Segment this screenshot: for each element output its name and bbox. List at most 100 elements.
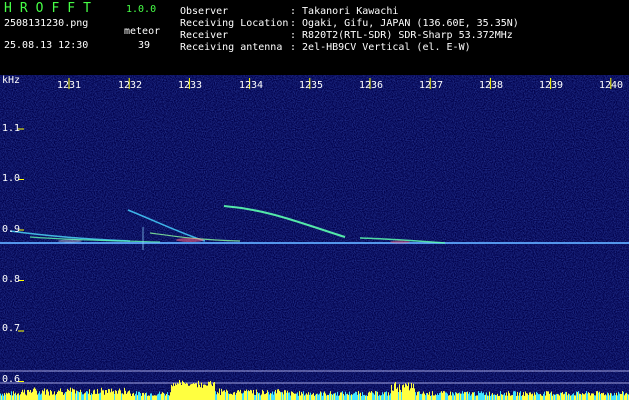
level-bar	[600, 394, 601, 400]
level-bar	[353, 393, 354, 400]
level-bar	[174, 385, 175, 400]
level-bar	[79, 392, 80, 400]
level-bar	[23, 392, 24, 400]
level-bar	[33, 388, 34, 400]
level-bar	[397, 387, 398, 400]
level-bar	[151, 393, 152, 400]
level-bar	[469, 392, 470, 400]
level-bar	[284, 390, 285, 400]
level-bar	[487, 395, 488, 400]
level-bar	[71, 391, 72, 400]
meteor-label: meteor	[124, 26, 161, 37]
level-bar	[211, 384, 212, 400]
level-bar	[527, 393, 528, 400]
level-bar	[404, 387, 405, 400]
level-bar	[275, 389, 276, 400]
level-bar	[277, 389, 278, 400]
level-bar	[209, 382, 210, 400]
level-bar	[384, 392, 385, 400]
level-bar	[510, 395, 511, 400]
level-bar	[314, 395, 315, 400]
level-bar	[588, 392, 589, 400]
level-bar	[434, 395, 435, 400]
level-bar	[203, 384, 204, 400]
level-bar	[86, 391, 87, 400]
level-bar	[309, 394, 310, 400]
level-bar	[401, 391, 402, 400]
level-bar	[107, 392, 108, 400]
level-bar	[589, 393, 590, 400]
level-bar	[444, 391, 445, 400]
info-key-observer: Observer	[180, 6, 229, 17]
level-bar	[222, 391, 223, 400]
level-bar	[162, 392, 163, 400]
level-bar	[463, 393, 464, 400]
level-bar	[231, 394, 232, 400]
level-bar	[575, 395, 576, 400]
level-bar	[418, 391, 419, 400]
level-bar	[136, 391, 137, 400]
level-bar	[175, 383, 176, 400]
level-bar	[43, 391, 44, 400]
level-bar	[19, 395, 20, 400]
level-bar	[304, 395, 305, 400]
level-bar	[66, 391, 67, 400]
time-tick-label: 1236	[359, 80, 384, 91]
level-bar	[217, 392, 218, 400]
level-bar	[437, 393, 438, 400]
level-bar	[393, 390, 394, 400]
level-bar	[508, 391, 509, 400]
level-bar	[546, 391, 547, 400]
level-bar	[102, 390, 103, 400]
level-bar	[142, 392, 143, 400]
level-bar	[389, 395, 390, 400]
level-bar	[335, 392, 336, 400]
level-bar	[210, 380, 211, 400]
level-bar	[532, 393, 533, 400]
level-bar	[382, 392, 383, 400]
level-bar	[452, 392, 453, 400]
level-bar	[257, 392, 258, 400]
level-bar	[376, 391, 377, 400]
level-bar	[236, 392, 237, 400]
level-bar	[339, 395, 340, 400]
level-bar	[449, 395, 450, 400]
level-bar	[466, 392, 467, 400]
level-bar	[340, 392, 341, 400]
level-bar	[172, 386, 173, 400]
level-bar	[1, 395, 2, 400]
level-bar	[576, 391, 577, 400]
level-bar	[132, 393, 133, 400]
level-bar	[342, 391, 343, 400]
level-bar	[425, 395, 426, 400]
level-bar	[597, 391, 598, 400]
level-bar	[98, 393, 99, 400]
level-bar	[440, 392, 441, 400]
level-bar	[138, 391, 139, 400]
level-bar	[386, 391, 387, 400]
info-key-receiver: Receiver	[180, 30, 229, 41]
level-bar	[134, 395, 135, 400]
level-bar	[258, 393, 259, 400]
level-bar	[60, 388, 61, 400]
level-bar	[74, 389, 75, 400]
level-bar	[240, 389, 241, 400]
level-bar	[32, 391, 33, 400]
level-bar	[282, 392, 283, 400]
level-bar	[113, 390, 114, 400]
time-tick-label: 1233	[178, 80, 203, 91]
level-bar	[165, 395, 166, 400]
level-bar	[104, 394, 105, 400]
level-bar	[87, 391, 88, 400]
level-bar	[123, 394, 124, 400]
level-bar	[119, 388, 120, 400]
level-bar	[422, 393, 423, 400]
level-bar	[54, 391, 55, 400]
level-bar	[531, 394, 532, 400]
level-bar	[327, 394, 328, 400]
level-bar	[332, 394, 333, 400]
level-bar	[27, 390, 28, 400]
level-bar	[167, 392, 168, 400]
level-bar	[83, 394, 84, 400]
level-bar	[5, 394, 6, 400]
